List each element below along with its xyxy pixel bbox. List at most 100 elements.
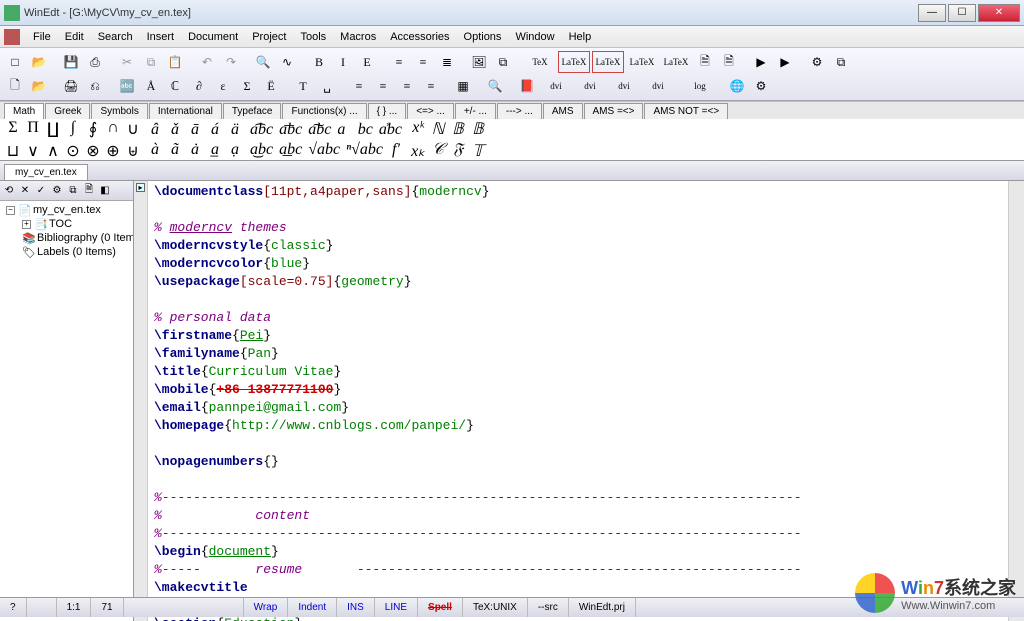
symbol[interactable]: ȧ	[188, 141, 202, 159]
dvi4-icon[interactable]: dvi	[642, 75, 674, 97]
latex2-icon[interactable]: LaTeX	[592, 51, 624, 73]
symbol[interactable]: ⊎	[126, 141, 140, 161]
tree-node[interactable]: +📑TOC	[2, 217, 131, 231]
menu-accessories[interactable]: Accessories	[383, 29, 456, 45]
symbol[interactable]: f′	[389, 141, 403, 159]
symbol[interactable]: a͞bc	[279, 121, 302, 139]
symtab-amsnot[interactable]: AMS NOT =<>	[644, 103, 728, 119]
symtab-[interactable]: <=> ...	[407, 103, 454, 119]
symbol[interactable]: 𝔉	[451, 141, 465, 161]
menu-insert[interactable]: Insert	[140, 29, 182, 45]
symtab-ams[interactable]: AMS =<>	[584, 103, 644, 119]
symbol[interactable]: à	[148, 141, 162, 159]
acc3-icon[interactable]: ∂	[188, 75, 210, 97]
vertical-scrollbar[interactable]	[1008, 181, 1024, 621]
space-icon[interactable]: ␣	[316, 75, 338, 97]
symbol[interactable]: ǎ	[168, 121, 182, 139]
status-wrap[interactable]: Wrap	[244, 598, 289, 617]
printprev-icon[interactable]: ⎌	[84, 75, 106, 97]
symbol[interactable]: á	[208, 121, 222, 139]
align1-icon[interactable]: ≡	[348, 75, 370, 97]
symtab-greek[interactable]: Greek	[45, 103, 90, 119]
symbol[interactable]: Π	[26, 119, 40, 139]
symtab-symbols[interactable]: Symbols	[91, 103, 147, 119]
fold-marker[interactable]: ▸	[136, 183, 145, 192]
minimize-button[interactable]: —	[918, 4, 946, 22]
dvi2-icon[interactable]: dvi	[574, 75, 606, 97]
symbol[interactable]: ∮	[86, 119, 100, 139]
symbol[interactable]: ∧	[46, 141, 60, 161]
image-icon[interactable]: 🖼	[468, 51, 490, 73]
bold-button[interactable]: B	[308, 51, 330, 73]
tree-node[interactable]: 🏷Labels (0 Items)	[2, 245, 131, 259]
sigma-icon[interactable]: Σ	[236, 75, 258, 97]
symbol[interactable]: ä	[228, 121, 242, 139]
align4-icon[interactable]: ≡	[420, 75, 442, 97]
symtab-[interactable]: +/- ...	[455, 103, 496, 119]
symbol[interactable]: a͡bc	[250, 121, 273, 139]
sidebar-btn-3[interactable]: ⚙	[50, 184, 64, 198]
symbol[interactable]: √abc	[308, 141, 340, 159]
run2-icon[interactable]: ▶	[774, 51, 796, 73]
status-line[interactable]: LINE	[375, 598, 418, 617]
paste-icon[interactable]: 📋	[164, 51, 186, 73]
symbol[interactable]: ạ	[228, 141, 242, 159]
view1-icon[interactable]: 🗎	[694, 51, 716, 73]
symbol[interactable]: ⁿ√abc	[346, 141, 383, 159]
sidebar-btn-6[interactable]: ◧	[98, 184, 112, 198]
italic-button[interactable]: I	[332, 51, 354, 73]
config-icon[interactable]: ⚙	[750, 75, 772, 97]
symbol[interactable]: ∨	[26, 141, 40, 161]
table-icon[interactable]: ▦	[452, 75, 474, 97]
symbol[interactable]: ∪	[126, 119, 140, 139]
tree-node[interactable]: 📚Bibliography (0 Items)	[2, 231, 131, 245]
menu-options[interactable]: Options	[457, 29, 509, 45]
latex3-icon[interactable]: LaTeX	[626, 51, 658, 73]
symbol[interactable]: a͜bc	[250, 141, 273, 159]
symbol[interactable]: ⊔	[6, 141, 20, 161]
status-help[interactable]: ?	[0, 598, 27, 617]
dvi1-icon[interactable]: dvi	[540, 75, 572, 97]
latex1-icon[interactable]: LaTeX	[558, 51, 590, 73]
gutter[interactable]: ▸	[134, 181, 148, 621]
status-spell[interactable]: Spell	[418, 598, 463, 617]
symbol[interactable]: 𝕋	[471, 141, 485, 161]
menu-file[interactable]: File	[26, 29, 58, 45]
code-area[interactable]: \documentclass[11pt,a4paper,sans]{modern…	[148, 181, 1008, 621]
symbol[interactable]: 𝒞	[431, 141, 445, 161]
symtab-ams[interactable]: AMS	[543, 103, 583, 119]
align2-icon[interactable]: ≡	[372, 75, 394, 97]
menu-tools[interactable]: Tools	[293, 29, 333, 45]
undo-icon[interactable]: ↶	[196, 51, 218, 73]
symbol[interactable]: xₖ	[411, 141, 425, 161]
symbol[interactable]: 𝔹	[471, 119, 485, 139]
run1-icon[interactable]: ▶	[750, 51, 772, 73]
goto-icon[interactable]: ∿	[276, 51, 298, 73]
itemize-icon[interactable]: ≣	[436, 51, 458, 73]
print-icon[interactable]: 🖨	[60, 75, 82, 97]
sidebar-btn-0[interactable]: ⟲	[2, 184, 16, 198]
tex-icon[interactable]: TeX	[524, 51, 556, 73]
close-button[interactable]: ✕	[978, 4, 1020, 22]
new-icon[interactable]: □	[4, 51, 26, 73]
menu-window[interactable]: Window	[508, 29, 561, 45]
latex4-icon[interactable]: LaTeX	[660, 51, 692, 73]
symbol[interactable]: ⊗	[86, 141, 100, 161]
menu-macros[interactable]: Macros	[333, 29, 383, 45]
numlist-icon[interactable]: ≡	[412, 51, 434, 73]
symbol[interactable]: ∫	[66, 119, 80, 139]
sidebar-btn-1[interactable]: ✕	[18, 184, 32, 198]
sidebar-btn-4[interactable]: ⧉	[66, 184, 80, 198]
menu-help[interactable]: Help	[562, 29, 599, 45]
symtab-[interactable]: { } ...	[368, 103, 407, 119]
symbol[interactable]: Σ	[6, 119, 20, 139]
redo-icon[interactable]: ↷	[220, 51, 242, 73]
log-icon[interactable]: log	[684, 75, 716, 97]
align3-icon[interactable]: ≡	[396, 75, 418, 97]
symbol[interactable]: 𝔹	[451, 119, 465, 139]
saveall-icon[interactable]: ⎙	[84, 51, 106, 73]
text-icon[interactable]: T	[292, 75, 314, 97]
symbol[interactable]: a⃗bc	[337, 121, 373, 139]
symbol[interactable]: ā	[188, 121, 202, 139]
tree-node[interactable]: −📄my_cv_en.tex	[2, 203, 131, 217]
